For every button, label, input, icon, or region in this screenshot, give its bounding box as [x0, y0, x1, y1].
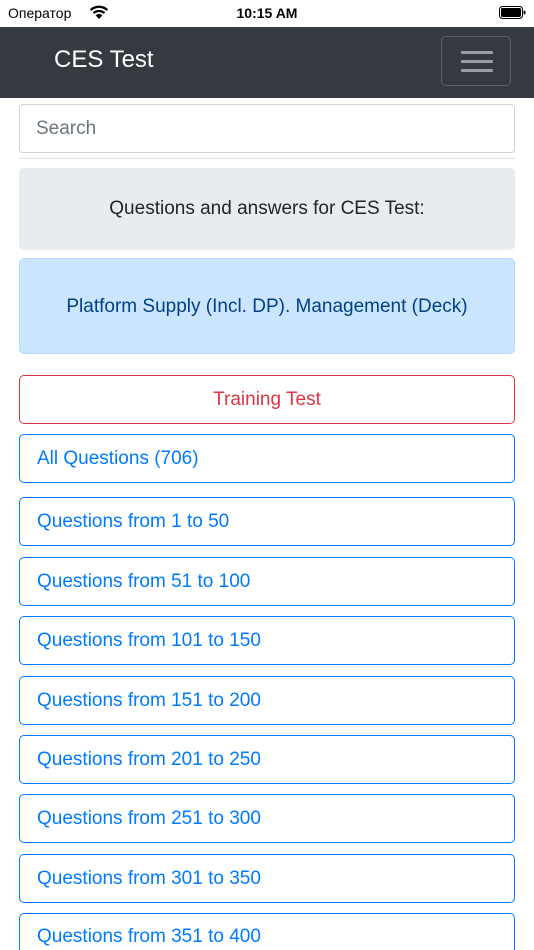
- category-box: Platform Supply (Incl. DP). Management (…: [19, 258, 515, 354]
- questions-range-button[interactable]: Questions from 151 to 200: [19, 676, 515, 725]
- questions-range-button[interactable]: Questions from 351 to 400: [19, 913, 515, 950]
- divider: [19, 158, 515, 159]
- questions-range-button[interactable]: Questions from 51 to 100: [19, 557, 515, 606]
- category-text: Platform Supply (Incl. DP). Management (…: [66, 295, 468, 317]
- hamburger-menu-icon[interactable]: [441, 36, 511, 86]
- clock: 10:15 AM: [236, 5, 298, 21]
- questions-range-button[interactable]: Questions from 251 to 300: [19, 794, 515, 843]
- intro-box: Questions and answers for CES Test:: [19, 168, 515, 250]
- intro-text: Questions and answers for CES Test:: [109, 198, 425, 219]
- battery-icon: [499, 6, 526, 19]
- navbar: CES Test: [0, 27, 534, 98]
- all-questions-button[interactable]: All Questions (706): [19, 434, 515, 483]
- search-input[interactable]: [19, 104, 515, 153]
- questions-range-button[interactable]: Questions from 201 to 250: [19, 735, 515, 784]
- status-bar: Оператор 10:15 AM: [0, 0, 534, 27]
- questions-range-button[interactable]: Questions from 1 to 50: [19, 497, 515, 546]
- questions-range-button[interactable]: Questions from 101 to 150: [19, 616, 515, 665]
- training-test-button[interactable]: Training Test: [19, 375, 515, 424]
- app-title[interactable]: CES Test: [54, 46, 154, 74]
- questions-range-button[interactable]: Questions from 301 to 350: [19, 854, 515, 903]
